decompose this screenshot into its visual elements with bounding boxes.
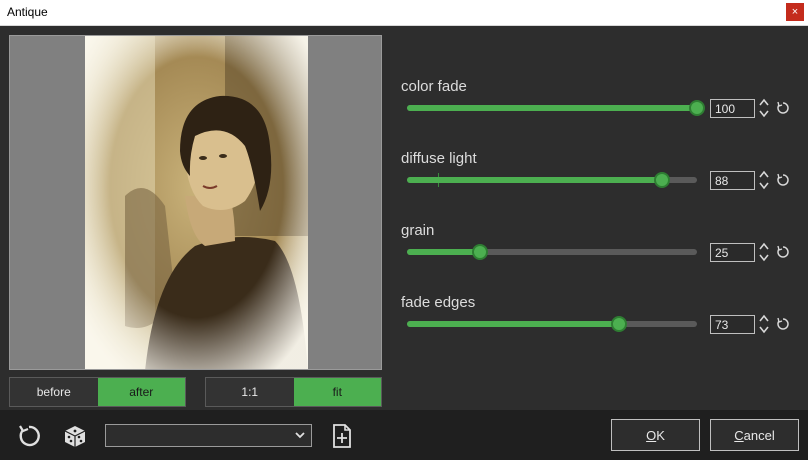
cancel-button[interactable]: Cancel bbox=[710, 419, 799, 451]
cancel-label: ancel bbox=[743, 427, 775, 443]
spin-arrows-icon[interactable] bbox=[758, 313, 770, 335]
before-button[interactable]: before bbox=[10, 378, 98, 406]
diffuse-light-fill bbox=[407, 177, 663, 183]
fade-edges-control: fade edges 73 bbox=[401, 294, 801, 354]
title-bar: Antique × bbox=[0, 0, 808, 26]
after-button[interactable]: after bbox=[97, 378, 185, 406]
footer-bar: OK Cancel bbox=[0, 410, 808, 460]
ok-label: K bbox=[656, 427, 665, 443]
image-preview[interactable] bbox=[9, 35, 382, 370]
grain-input[interactable]: 25 bbox=[710, 243, 755, 262]
ok-button[interactable]: OK bbox=[611, 419, 700, 451]
dice-icon[interactable] bbox=[62, 423, 88, 449]
add-file-icon[interactable] bbox=[329, 423, 355, 449]
main-panel: before after 1:1 fit color fade 100 diff… bbox=[0, 26, 808, 410]
fade-edges-label: fade edges bbox=[401, 294, 476, 311]
diffuse-light-label: diffuse light bbox=[401, 150, 477, 167]
reset-icon[interactable] bbox=[776, 245, 790, 259]
cancel-mnemonic: C bbox=[734, 427, 744, 443]
color-fade-input[interactable]: 100 bbox=[710, 99, 755, 118]
zoom-toggle: 1:1 fit bbox=[205, 377, 382, 407]
reset-icon[interactable] bbox=[776, 101, 790, 115]
grain-label: grain bbox=[401, 222, 435, 239]
spin-arrows-icon[interactable] bbox=[758, 241, 770, 263]
diffuse-light-input[interactable]: 88 bbox=[710, 171, 755, 190]
reset-icon[interactable] bbox=[776, 173, 790, 187]
chevron-down-icon bbox=[295, 432, 305, 439]
diffuse-light-control: diffuse light 88 bbox=[401, 150, 801, 210]
spin-arrows-icon[interactable] bbox=[758, 169, 770, 191]
diffuse-light-slider[interactable] bbox=[407, 172, 697, 188]
preset-dropdown[interactable] bbox=[105, 424, 312, 447]
color-fade-fill bbox=[407, 105, 697, 111]
spin-arrows-icon[interactable] bbox=[758, 97, 770, 119]
color-fade-control: color fade 100 bbox=[401, 78, 801, 138]
fade-edges-slider[interactable] bbox=[407, 316, 697, 332]
grain-control: grain 25 bbox=[401, 222, 801, 282]
before-after-toggle: before after bbox=[9, 377, 186, 407]
fade-edges-input[interactable]: 73 bbox=[710, 315, 755, 334]
preview-photo bbox=[85, 36, 308, 369]
ok-mnemonic: O bbox=[646, 427, 657, 443]
reset-icon[interactable] bbox=[776, 317, 790, 331]
diffuse-light-handle[interactable] bbox=[654, 172, 671, 188]
grain-handle[interactable] bbox=[471, 244, 488, 260]
fade-edges-fill bbox=[407, 321, 619, 327]
zoom-fit-button[interactable]: fit bbox=[293, 378, 381, 406]
grain-slider[interactable] bbox=[407, 244, 697, 260]
window-title: Antique bbox=[7, 5, 48, 19]
reset-all-icon[interactable] bbox=[16, 423, 42, 449]
close-button[interactable]: × bbox=[786, 3, 804, 21]
grain-fill bbox=[407, 249, 480, 255]
color-fade-handle[interactable] bbox=[689, 100, 705, 116]
color-fade-slider[interactable] bbox=[407, 100, 705, 116]
fade-edges-handle[interactable] bbox=[610, 316, 627, 332]
zoom-1to1-button[interactable]: 1:1 bbox=[206, 378, 294, 406]
color-fade-label: color fade bbox=[401, 78, 467, 95]
